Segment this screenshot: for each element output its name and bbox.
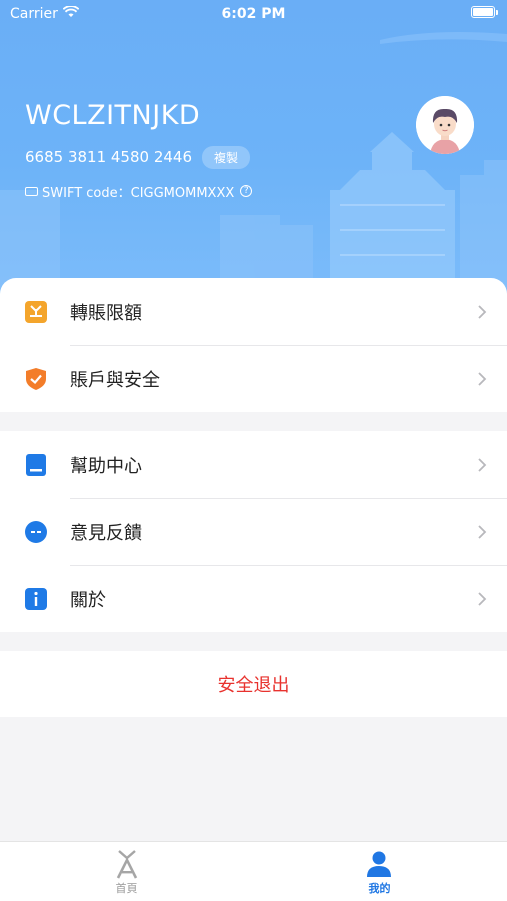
profile-header: Carrier 6:02 PM WCLZITNJKD 6685 3811 458… [0,0,507,300]
bottom-tab-bar: 首頁 我的 [0,841,507,901]
tag-icon [25,186,38,196]
user-avatar-icon [416,96,474,154]
battery-icon [471,6,495,18]
transfer-limit-icon [25,300,47,323]
status-time: 6:02 PM [221,6,286,22]
menu-item-about[interactable]: 關於 [0,565,507,632]
support-card: 幫助中心 意見反饋 關於 [0,431,507,632]
chevron-right-icon [478,371,487,386]
question-icon[interactable]: ? [240,185,253,197]
feedback-icon [25,520,47,543]
copy-account-button[interactable]: 複製 [202,145,251,169]
account-holder-name: WCLZITNJKD [25,100,201,131]
menu-item-label: 賬戶與安全 [70,369,160,391]
swift-code: SWIFT code：CIGGMOMMXXX [42,185,235,201]
tab-home[interactable]: 首頁 [0,842,253,901]
account-settings-card: 轉賬限額 賬戶與安全 [0,278,507,412]
menu-item-feedback[interactable]: 意見反饋 [0,498,507,565]
chevron-right-icon [478,304,487,319]
menu-item-label: 轉賬限額 [70,302,142,324]
tab-mine[interactable]: 我的 [253,842,506,901]
swift-code-row: SWIFT code：CIGGMOMMXXX ? [25,182,253,201]
account-number-row: 6685 3811 4580 2446 複製 [25,145,251,169]
menu-item-label: 關於 [70,589,106,611]
menu-item-transfer-limit[interactable]: 轉賬限額 [0,278,507,345]
menu-item-help-center[interactable]: 幫助中心 [0,431,507,498]
tab-home-label: 首頁 [115,882,138,895]
security-shield-icon [26,367,46,390]
chevron-right-icon [478,524,487,539]
help-center-icon [26,453,46,476]
logout-button[interactable]: 安全退出 [0,651,507,717]
menu-item-label: 意見反饋 [70,522,142,544]
info-icon [25,587,47,610]
home-logo-icon [116,850,138,879]
chevron-right-icon [478,457,487,472]
user-profile-icon [367,851,391,877]
tab-mine-label: 我的 [368,882,391,895]
account-number: 6685 3811 4580 2446 [25,148,192,166]
menu-item-label: 幫助中心 [70,455,142,477]
battery-tip [496,10,498,15]
status-bar: Carrier 6:02 PM [0,0,507,28]
menu-item-account-security[interactable]: 賬戶與安全 [0,345,507,412]
avatar[interactable] [416,96,474,154]
chevron-right-icon [478,591,487,606]
